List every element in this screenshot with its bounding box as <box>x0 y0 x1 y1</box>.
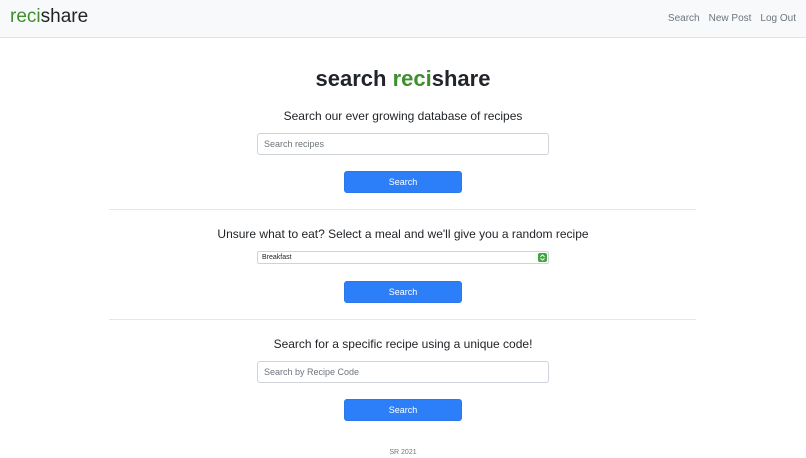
meal-select[interactable]: Breakfast <box>257 251 549 264</box>
recipe-search-button[interactable]: Search <box>344 171 462 193</box>
nav-link-new-post[interactable]: New Post <box>709 13 752 24</box>
page-title-brand-part1: reci <box>392 66 432 91</box>
page-title-prefix: search <box>315 66 393 91</box>
footer-text: SR 2021 <box>389 449 417 456</box>
recipe-code-search-button[interactable]: Search <box>344 399 462 421</box>
section-divider <box>109 319 696 320</box>
page-title-brand-part2: share <box>431 66 491 91</box>
brand-logo[interactable]: recishare <box>10 5 88 29</box>
recipe-code-input[interactable] <box>257 361 549 383</box>
search-section-heading: Search our ever growing database of reci… <box>283 109 523 123</box>
navbar: recishare Search New Post Log Out <box>0 0 806 38</box>
meal-select-value: Breakfast <box>262 254 292 261</box>
section-divider <box>109 209 696 210</box>
nav-link-log-out[interactable]: Log Out <box>760 13 796 24</box>
random-recipe-button[interactable]: Search <box>344 281 462 303</box>
brand-logo-part1: reci <box>10 6 41 27</box>
brand-logo-part2: share <box>40 6 89 27</box>
page-title: search recishare <box>0 64 806 94</box>
recipe-search-input[interactable] <box>257 133 549 155</box>
nav-links: Search New Post Log Out <box>668 13 796 24</box>
code-section-heading: Search for a specific recipe using a uni… <box>273 337 533 351</box>
select-arrows-icon <box>538 253 547 262</box>
random-section-heading: Unsure what to eat? Select a meal and we… <box>217 227 589 241</box>
nav-link-search[interactable]: Search <box>668 13 700 24</box>
